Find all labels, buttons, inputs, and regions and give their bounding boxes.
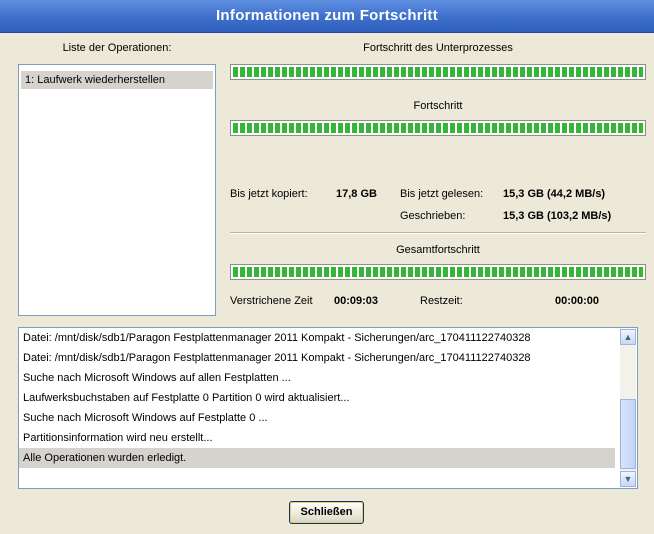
log-line[interactable]: Suche nach Microsoft Windows auf allen F… <box>19 368 615 388</box>
progress-bar <box>230 120 646 136</box>
written-label: Geschrieben: <box>400 210 466 222</box>
progress-fill <box>233 123 643 133</box>
total-progress-header: Gesamtfortschritt <box>396 244 480 256</box>
subprocess-progress-bar <box>230 64 646 80</box>
copied-value: 17,8 GB <box>336 188 377 200</box>
read-value: 15,3 GB (44,2 MB/s) <box>503 188 606 200</box>
subprocess-progress-fill <box>233 67 643 77</box>
subprocess-progress-header: Fortschritt des Unterprozesses <box>363 42 513 54</box>
written-value: 15,3 GB (103,2 MB/s) <box>503 210 612 222</box>
operation-item[interactable]: 1: Laufwerk wiederherstellen <box>21 71 213 89</box>
log-line[interactable]: Suche nach Microsoft Windows auf Festpla… <box>19 408 615 428</box>
total-progress-bar <box>230 264 646 280</box>
close-button[interactable]: Schließen <box>289 501 364 524</box>
chevron-down-icon[interactable]: ▼ <box>620 471 636 487</box>
window-title: Informationen zum Fortschritt <box>215 7 439 24</box>
log-line[interactable]: Partitionsinformation wird neu erstellt.… <box>19 428 615 448</box>
copied-label: Bis jetzt kopiert: <box>230 188 308 200</box>
log-line[interactable]: Datei: /mnt/disk/sdb1/Paragon Festplatte… <box>19 348 615 368</box>
title-bar: Informationen zum Fortschritt <box>0 0 654 33</box>
remaining-label: Restzeit: <box>420 295 463 307</box>
divider <box>230 232 646 234</box>
elapsed-value: 00:09:03 <box>334 295 379 307</box>
elapsed-label: Verstrichene Zeit <box>230 295 313 307</box>
log-line[interactable]: Datei: /mnt/disk/sdb1/Paragon Festplatte… <box>19 328 615 348</box>
total-progress-fill <box>233 267 643 277</box>
log-scrollbar[interactable]: ▲ ▼ <box>620 329 636 487</box>
chevron-up-icon[interactable]: ▲ <box>620 329 636 345</box>
operations-list-header: Liste der Operationen: <box>62 42 172 54</box>
scrollbar-thumb[interactable] <box>620 399 636 469</box>
progress-header: Fortschritt <box>413 100 463 112</box>
log-line[interactable]: Laufwerksbuchstaben auf Festplatte 0 Par… <box>19 388 615 408</box>
remaining-value: 00:00:00 <box>555 295 600 307</box>
log-line-selected[interactable]: Alle Operationen wurden erledigt. <box>19 448 615 468</box>
read-label: Bis jetzt gelesen: <box>400 188 484 200</box>
log-list[interactable]: Datei: /mnt/disk/sdb1/Paragon Festplatte… <box>18 327 638 489</box>
operations-list[interactable]: 1: Laufwerk wiederherstellen <box>18 64 216 316</box>
